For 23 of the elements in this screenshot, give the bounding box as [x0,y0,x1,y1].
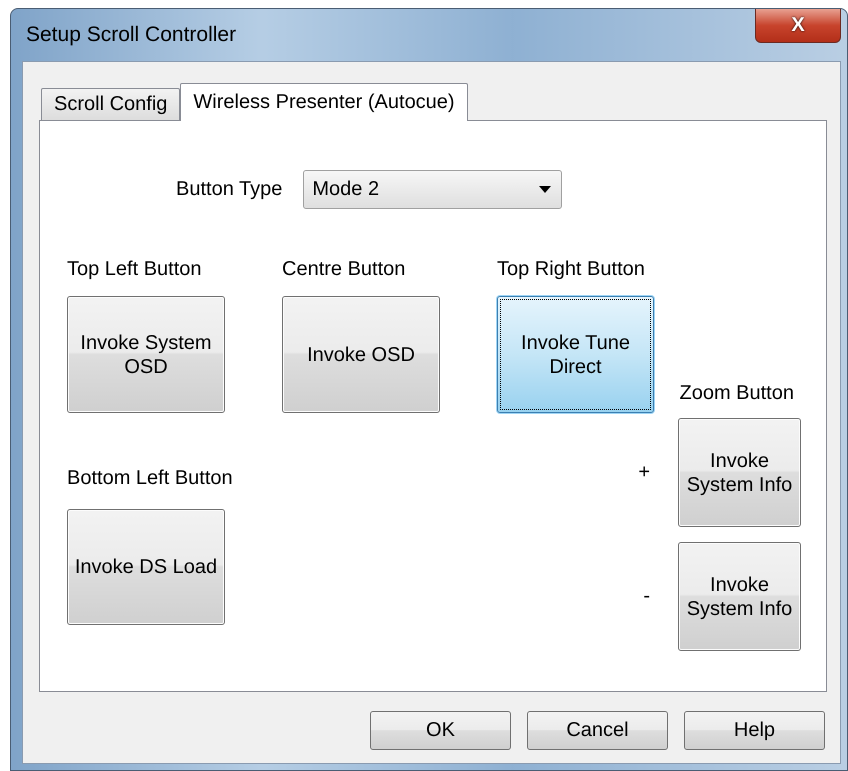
tab[interactable]: Wireless Presenter (Autocue) [180,83,468,121]
zoom-sign: + [638,461,651,484]
button-label: Top Right Button [497,258,646,280]
field-label: Button Type [176,178,282,201]
action-button[interactable]: Invoke Tune Direct [497,296,654,413]
action-button[interactable]: Invoke OSD [282,296,440,413]
zoom-label: Zoom Button [679,382,795,405]
button-label: Centre Button [282,258,406,280]
zoom-sign: - [643,585,651,608]
close-button[interactable]: X [755,9,841,43]
dialog-button[interactable]: OK [370,711,511,750]
dialog-button[interactable]: Help [684,711,825,750]
dropdown-arrow-icon [539,186,552,193]
action-button[interactable]: Invoke System OSD [67,296,225,413]
button-type-dropdown[interactable]: Mode 2 [303,170,562,209]
button-label: Bottom Left Button [67,467,234,490]
button-label: Top Left Button [67,258,203,280]
zoom-action-button[interactable]: Invoke System Info [678,418,801,527]
tab[interactable]: Scroll Config [41,88,180,120]
zoom-action-button[interactable]: Invoke System Info [678,542,801,651]
window-title: Setup Scroll Controller [26,23,236,47]
dialog-button[interactable]: Cancel [527,711,668,750]
action-button[interactable]: Invoke DS Load [67,509,225,625]
